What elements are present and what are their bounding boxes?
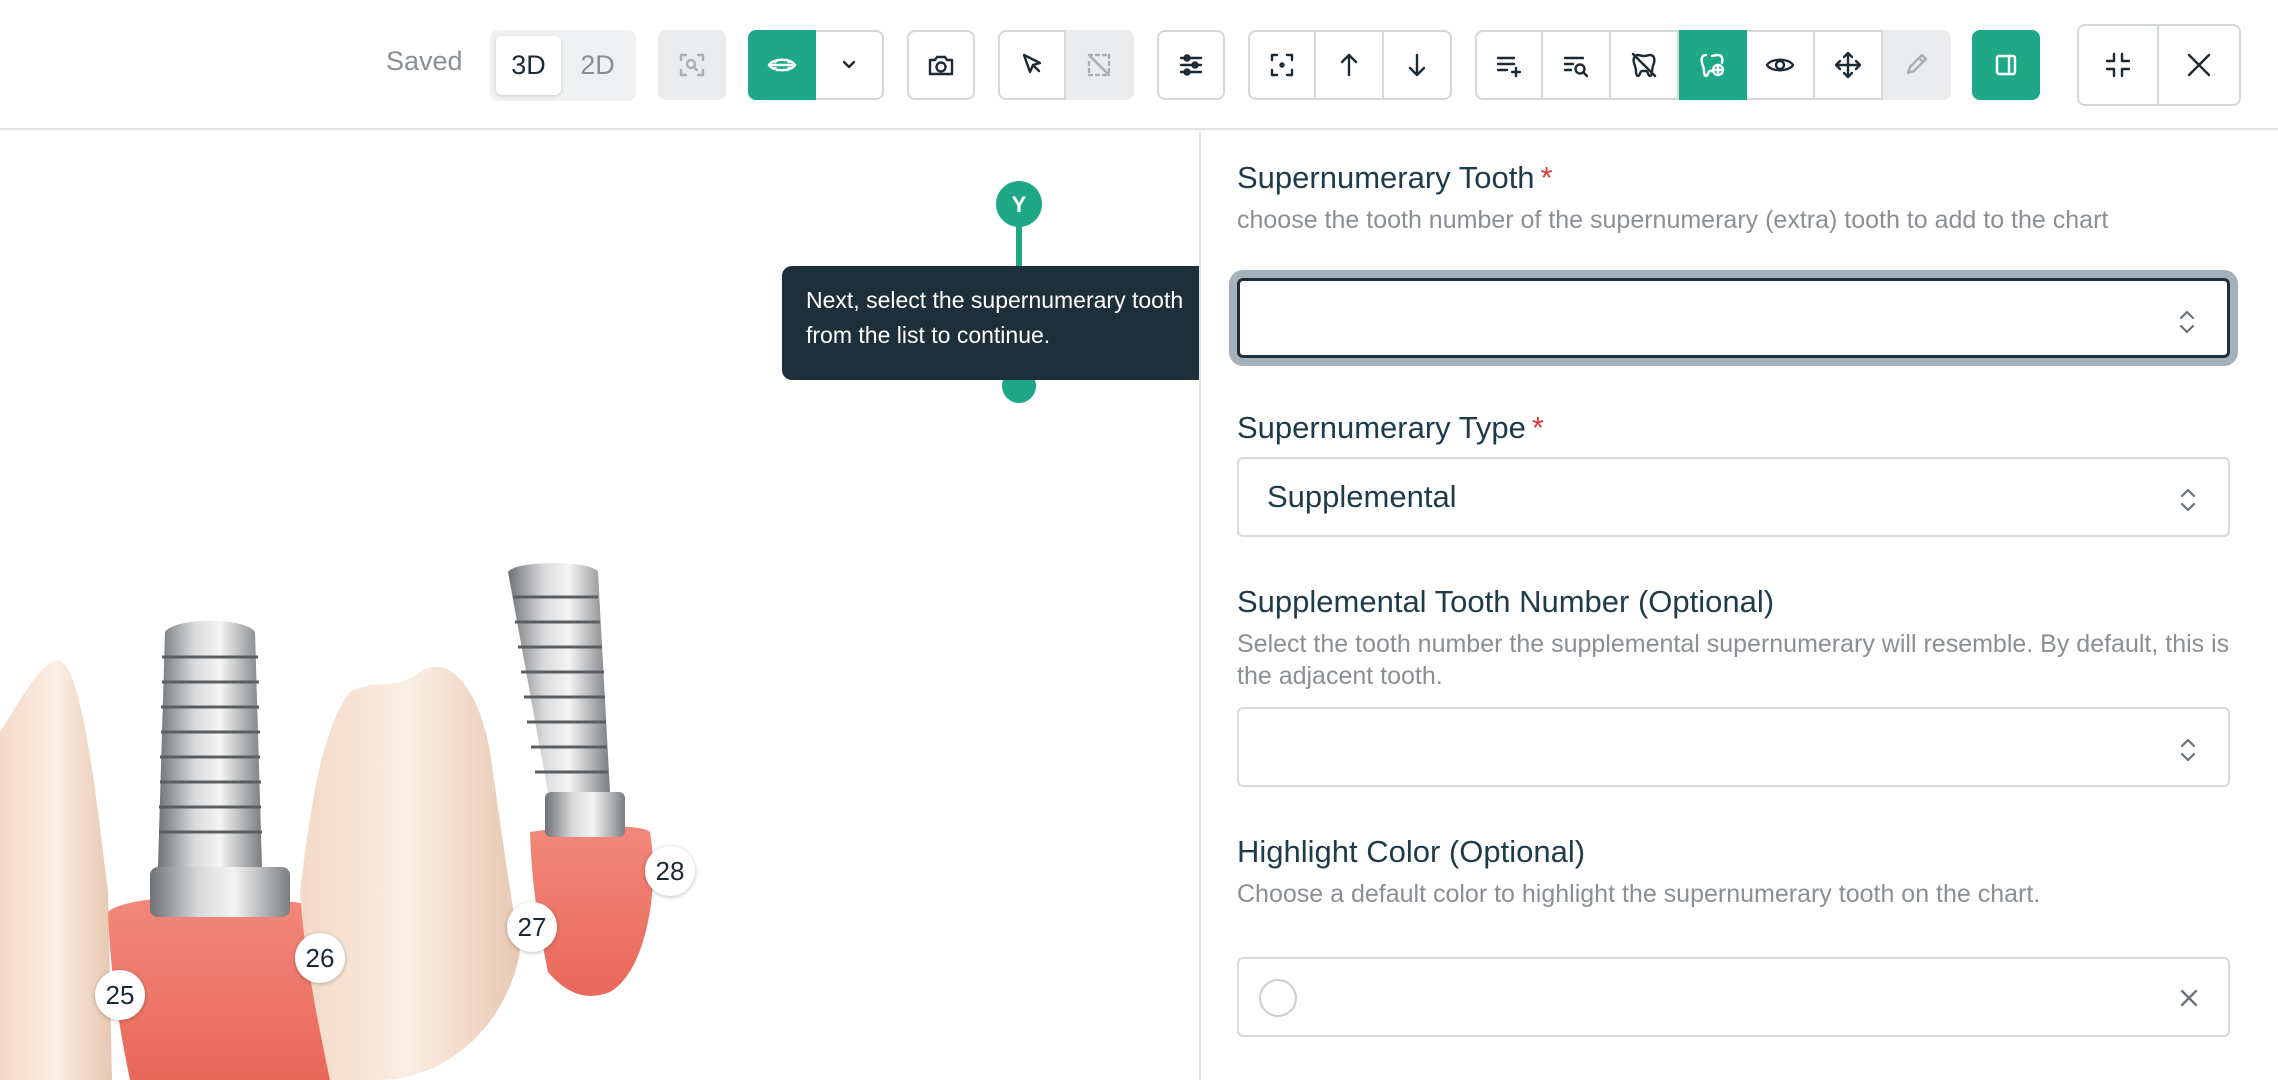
required-mark: *	[1540, 160, 1553, 195]
scan-focus-icon	[679, 53, 705, 77]
list-search-icon	[1563, 56, 1589, 78]
focus-frame-icon	[1270, 53, 1294, 77]
tooth-label-26: 26	[295, 933, 345, 983]
add-supernumerary-button[interactable]	[1679, 30, 1747, 100]
supernumerary-type-value: Supplemental	[1267, 479, 1457, 514]
camera-icon	[928, 55, 954, 76]
chevron-updown-icon	[2178, 487, 2198, 513]
screenshot-button[interactable]	[907, 30, 975, 100]
supernumerary-tooth-help: choose the tooth number of the supernume…	[1237, 206, 2109, 234]
edit-button[interactable]	[1883, 30, 1951, 100]
supplemental-tooth-number-select[interactable]	[1237, 707, 2230, 787]
tooth-off-icon	[1631, 52, 1657, 78]
select-tool-button[interactable]	[998, 30, 1066, 100]
supernumerary-form-panel: Supernumerary Tooth * choose the tooth nu…	[1201, 132, 2278, 1080]
toolbar: Saved 3D 2D	[0, 0, 2278, 130]
arrow-down-icon	[1408, 53, 1426, 77]
tooth-25[interactable]	[0, 660, 112, 1080]
tooth-27[interactable]	[300, 666, 520, 1080]
collapse-icon	[2105, 52, 2131, 78]
view-mode-toggle: 3D 2D	[490, 30, 636, 101]
move-button[interactable]	[1815, 30, 1883, 100]
chevron-down-icon	[842, 60, 856, 69]
add-note-button[interactable]	[1475, 30, 1543, 100]
supernumerary-type-select[interactable]: Supplemental	[1237, 457, 2230, 537]
jaw-view-button[interactable]	[748, 30, 816, 100]
adjustments-button[interactable]	[1157, 30, 1225, 100]
supernumerary-tooth-label-text: Supernumerary Tooth	[1237, 160, 1535, 195]
side-panel-toggle[interactable]	[1972, 30, 2040, 100]
guide-tooltip: Next, select the supernumerary tooth fro…	[782, 266, 1226, 380]
chevron-updown-icon	[2178, 737, 2198, 763]
supernumerary-type-label-text: Supernumerary Type	[1237, 410, 1526, 445]
supernumerary-tooth-label: Supernumerary Tooth *	[1237, 160, 1553, 196]
jaw-view-dropdown[interactable]	[816, 30, 884, 100]
tooth-label-28: 28	[645, 846, 695, 896]
move-up-button[interactable]	[1316, 30, 1384, 100]
fit-view-button[interactable]	[1248, 30, 1316, 100]
highlight-color-help: Choose a default color to highlight the …	[1237, 880, 2041, 908]
close-button[interactable]	[2159, 24, 2241, 106]
visibility-button[interactable]	[1747, 30, 1815, 100]
chevron-updown-icon	[2177, 309, 2197, 335]
clear-color-icon[interactable]	[2176, 985, 2202, 1011]
move-arrows-icon	[1834, 51, 1862, 79]
y-axis-label: Y	[1011, 192, 1027, 217]
supplemental-tooth-number-help: Select the tooth number the supplemental…	[1237, 630, 2230, 690]
supplemental-tooth-number-label: Supplemental Tooth Number (Optional)	[1237, 584, 1775, 619]
jaw-icon	[767, 58, 797, 72]
view-3d-option[interactable]: 3D	[496, 36, 561, 95]
highlight-color-picker[interactable]	[1237, 957, 2230, 1037]
tooth-label-27: 27	[507, 902, 557, 952]
deselect-icon	[1087, 53, 1111, 77]
move-down-button[interactable]	[1384, 30, 1452, 100]
view-2d-option[interactable]: 2D	[565, 36, 630, 95]
sidebar-right-icon	[1995, 54, 2017, 76]
pencil-icon	[1906, 53, 1928, 75]
save-status: Saved	[386, 46, 463, 76]
required-mark: *	[1531, 410, 1544, 445]
tooth-label-25: 25	[95, 970, 145, 1020]
close-icon	[2187, 53, 2211, 77]
supernumerary-tooth-select[interactable]	[1237, 278, 2230, 358]
search-list-button[interactable]	[1543, 30, 1611, 100]
color-swatch[interactable]	[1259, 979, 1297, 1017]
arrow-up-icon	[1340, 53, 1358, 77]
focus-scan-button[interactable]	[658, 30, 726, 100]
box-select-button[interactable]	[1066, 30, 1134, 100]
supernumerary-type-label: Supernumerary Type *	[1237, 410, 1544, 446]
hide-tooth-button[interactable]	[1611, 30, 1679, 100]
cursor-arrow-icon	[1022, 53, 1042, 74]
sliders-icon	[1179, 54, 1203, 76]
highlight-color-label: Highlight Color (Optional)	[1237, 834, 1586, 869]
tooth-add-icon	[1700, 53, 1725, 78]
list-add-icon	[1496, 56, 1522, 78]
eye-icon	[1765, 58, 1795, 72]
minimize-button[interactable]	[2077, 24, 2159, 106]
